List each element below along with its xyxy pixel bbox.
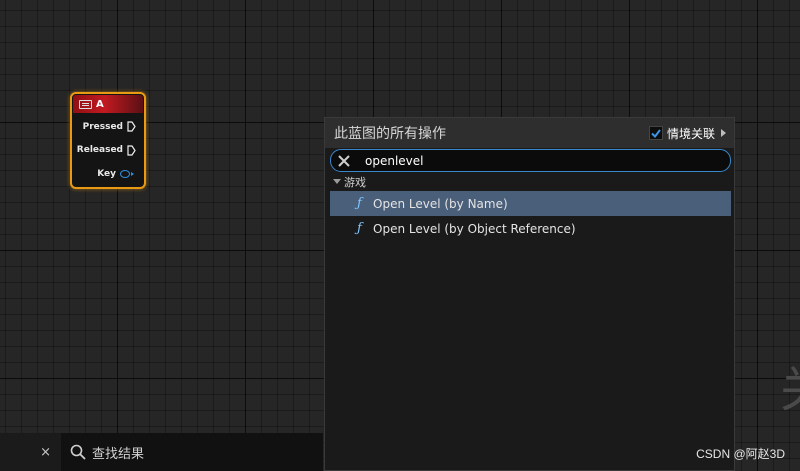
pin-key[interactable]: Key [72, 162, 144, 186]
pin-label: Pressed [82, 121, 123, 132]
input-key-event-node[interactable]: A Pressed Released Key [70, 92, 146, 189]
node-header[interactable]: A [73, 95, 143, 113]
exec-pin-icon[interactable] [127, 145, 136, 156]
pin-label: Key [97, 168, 116, 179]
context-sensitive-checkbox[interactable] [648, 126, 663, 140]
find-results-tab[interactable]: 查找结果 [61, 433, 323, 471]
action-item-label: Open Level (by Object Reference) [373, 221, 576, 236]
search-input[interactable]: openlevel [365, 154, 423, 168]
close-tab-button[interactable]: × [40, 445, 51, 460]
checkmark-icon [651, 128, 661, 138]
action-item-label: Open Level (by Name) [373, 196, 508, 211]
search-box[interactable]: openlevel [330, 149, 731, 172]
search-icon [70, 444, 86, 460]
watermark: CSDN @阿赵3D [696, 447, 785, 461]
category-label: 游戏 [344, 175, 366, 189]
keyboard-icon [79, 99, 92, 109]
struct-pin-icon[interactable] [120, 169, 134, 178]
exec-pin-icon[interactable] [127, 121, 136, 132]
context-sensitive-toggle[interactable]: 情境关联 [648, 125, 726, 142]
action-item-open-level-by-object-reference[interactable]: ƒ Open Level (by Object Reference) [330, 216, 731, 241]
function-icon: ƒ [357, 221, 362, 236]
background-glyph: 关 [780, 350, 800, 420]
pin-label: Released [76, 145, 123, 156]
collapse-arrow-icon[interactable] [333, 179, 341, 184]
clear-search-icon[interactable] [338, 154, 350, 167]
pin-released[interactable]: Released [72, 139, 144, 163]
bottom-tab-strip: × [0, 433, 61, 471]
context-sensitive-label: 情境关联 [666, 126, 715, 141]
action-menu-header: 此蓝图的所有操作 情境关联 [325, 118, 734, 148]
action-item-open-level-by-name[interactable]: ƒ Open Level (by Name) [330, 191, 731, 216]
category-game[interactable]: 游戏 [330, 172, 731, 191]
action-menu-title: 此蓝图的所有操作 [334, 126, 446, 142]
function-icon: ƒ [357, 196, 362, 211]
action-tree: 游戏 ƒ Open Level (by Name) ƒ Open Level (… [330, 172, 731, 241]
expand-arrow-icon[interactable] [721, 129, 726, 137]
action-menu: 此蓝图的所有操作 情境关联 openlevel 游戏 ƒ Open Level … [324, 117, 735, 471]
find-results-label: 查找结果 [92, 446, 145, 462]
pin-pressed[interactable]: Pressed [72, 115, 144, 139]
node-title: A [96, 98, 104, 110]
